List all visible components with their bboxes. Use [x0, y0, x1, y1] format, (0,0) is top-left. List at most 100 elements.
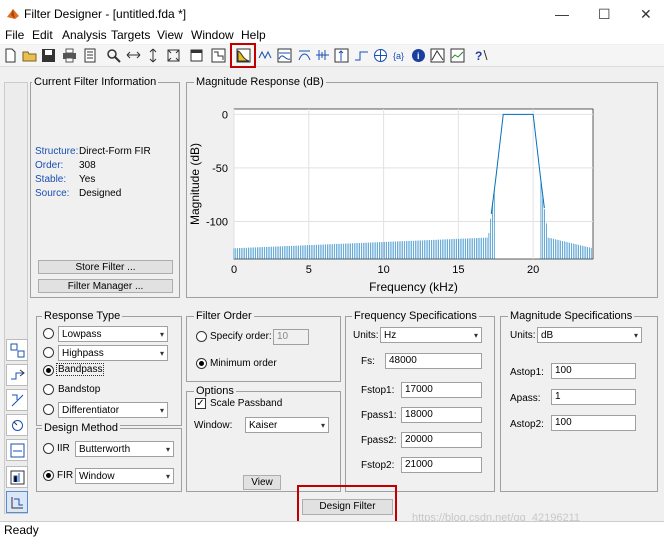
filter-manager-button[interactable]: Filter Manager ... [38, 279, 173, 293]
pole-zero-editor-icon[interactable] [6, 414, 28, 436]
group-delay-icon[interactable] [296, 47, 313, 64]
phase-response-icon[interactable] [257, 47, 274, 64]
magnitude-response-icon[interactable] [230, 43, 256, 68]
maximize-button[interactable]: ☐ [598, 6, 611, 23]
round-off-noise-icon[interactable] [449, 47, 466, 64]
fpass2-input[interactable]: 20000 [401, 432, 482, 448]
menu-analysis[interactable]: Analysis [62, 28, 107, 42]
apass-input[interactable]: 1 [551, 389, 636, 405]
fs-input[interactable]: 48000 [385, 353, 482, 369]
fstop2-input[interactable]: 21000 [401, 457, 482, 473]
svg-text:?: ? [475, 49, 482, 63]
fir-dropdown[interactable]: Window ▾ [75, 468, 174, 484]
new-icon[interactable] [2, 47, 19, 64]
iir-value: Butterworth [79, 444, 131, 455]
minimize-button[interactable]: — [555, 6, 569, 22]
menu-targets[interactable]: Targets [111, 28, 150, 42]
filter-spec-icon[interactable] [210, 47, 227, 64]
freq-units-dropdown[interactable]: Hz ▾ [380, 327, 482, 343]
filter-order-heading: Filter Order [194, 310, 254, 322]
highpass-radio[interactable] [43, 347, 54, 358]
coefficients-icon[interactable]: {a} [391, 47, 408, 64]
impulse-response-icon[interactable] [333, 47, 350, 64]
import-filter-icon[interactable] [6, 439, 28, 461]
x-tick-label: 5 [306, 264, 312, 276]
bandstop-label[interactable]: Bandstop [58, 384, 100, 395]
lowpass-radio[interactable] [43, 328, 54, 339]
close-button[interactable]: ✕ [640, 6, 652, 23]
zoom-x-icon[interactable] [125, 47, 142, 64]
fpass1-input[interactable]: 18000 [401, 407, 482, 423]
pole-zero-icon[interactable] [372, 47, 389, 64]
info-icon[interactable]: i [410, 47, 427, 64]
window-value: Kaiser [249, 420, 278, 431]
stable-label: Stable: [35, 174, 67, 185]
iir-radio[interactable] [43, 443, 54, 454]
title-bar: Filter Designer - [untitled.fda *] — ☐ ✕ [0, 0, 664, 28]
lowpass-dropdown[interactable]: Lowpass ▾ [58, 326, 168, 342]
differentiator-radio[interactable] [43, 404, 54, 415]
design-method-heading: Design Method [42, 422, 120, 434]
design-selected-icon[interactable] [6, 491, 28, 513]
window-dropdown[interactable]: Kaiser ▾ [245, 417, 329, 433]
print-icon[interactable] [61, 47, 78, 64]
menu-help[interactable]: Help [241, 28, 266, 42]
y-axis-label: Magnitude (dB) [188, 143, 202, 225]
scale-passband-checkbox[interactable]: ✓ [195, 398, 206, 409]
specify-order-input[interactable]: 10 [273, 329, 309, 345]
design-filter-panel-icon[interactable] [6, 339, 28, 361]
menu-view[interactable]: View [157, 28, 183, 42]
store-filter-button[interactable]: Store Filter ... [38, 260, 173, 274]
fstop2-label: Fstop2: [361, 460, 395, 471]
minimum-order-radio[interactable] [196, 358, 207, 369]
astop2-label: Astop2: [510, 419, 544, 430]
highpass-dropdown[interactable]: Highpass ▾ [58, 345, 168, 361]
design-filter-button[interactable]: Design Filter [302, 499, 393, 515]
chevron-down-icon: ▾ [633, 331, 638, 340]
cost-icon[interactable] [429, 47, 446, 64]
save-icon[interactable] [40, 47, 57, 64]
new-window-icon[interactable] [188, 47, 205, 64]
fpass2-label: Fpass2: [361, 435, 397, 446]
fir-radio[interactable] [43, 470, 54, 481]
step-response-icon[interactable] [353, 47, 370, 64]
differentiator-dropdown[interactable]: Differentiator ▾ [58, 402, 168, 418]
x-tick-label: 0 [231, 264, 237, 276]
phase-delay-icon[interactable] [314, 47, 331, 64]
current-filter-heading: Current Filter Information [32, 76, 159, 88]
frequency-specs-heading: Frequency Specifications [352, 310, 479, 322]
freq-units-value: Hz [384, 330, 397, 341]
mag-units-value: dB [541, 330, 554, 341]
zoom-y-icon[interactable] [145, 47, 162, 64]
svg-text:i: i [417, 51, 420, 61]
help-icon[interactable]: ? [473, 47, 490, 64]
menu-edit[interactable]: Edit [32, 28, 53, 42]
print-preview-icon[interactable] [82, 47, 99, 64]
transform-filter-icon[interactable] [6, 364, 28, 386]
menu-file[interactable]: File [5, 28, 24, 42]
astop1-input[interactable]: 100 [551, 363, 636, 379]
highpass-label: Highpass [62, 348, 104, 359]
realize-model-icon[interactable] [6, 389, 28, 411]
open-icon[interactable] [21, 47, 38, 64]
zoom-in-icon[interactable] [105, 47, 122, 64]
differentiator-label: Differentiator [62, 405, 120, 416]
bandpass-label[interactable]: Bandpass [56, 363, 105, 376]
bandpass-radio[interactable] [43, 365, 54, 376]
chevron-down-icon: ▾ [159, 349, 164, 358]
bandstop-radio[interactable] [43, 384, 54, 395]
view-button[interactable]: View [243, 475, 281, 490]
apass-label: Apass: [510, 393, 541, 404]
full-view-icon[interactable] [165, 47, 182, 64]
multirate-icon[interactable] [6, 466, 28, 488]
mag-phase-icon[interactable] [276, 47, 293, 64]
source-value: Designed [79, 188, 122, 199]
specify-order-radio[interactable] [196, 331, 207, 342]
menu-window[interactable]: Window [191, 28, 234, 42]
iir-dropdown[interactable]: Butterworth ▾ [75, 441, 174, 457]
toolbar: {a} i ? [0, 43, 664, 68]
fstop1-input[interactable]: 17000 [401, 382, 482, 398]
astop2-input[interactable]: 100 [551, 415, 636, 431]
plot-area [233, 108, 594, 260]
mag-units-dropdown[interactable]: dB ▾ [537, 327, 642, 343]
